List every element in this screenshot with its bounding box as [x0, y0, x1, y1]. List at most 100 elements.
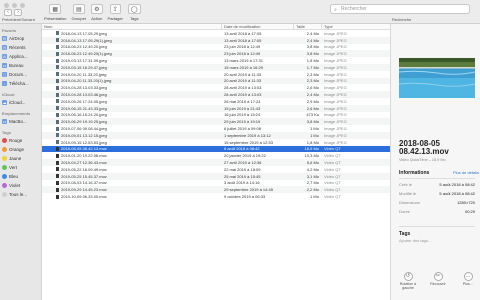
minimize-window-button[interactable] [12, 3, 17, 8]
tool-prsentation[interactable]: ▦ Présentation [44, 4, 66, 21]
sidebar-item-docum[interactable]: ▯ Docum... [0, 70, 41, 79]
search-input[interactable]: ⌕ Rechercher [330, 4, 470, 14]
sidebar-item-label: Violet [9, 183, 21, 188]
tool-action[interactable]: ⚙ Action [91, 4, 103, 21]
tool-partager[interactable]: ⇪ Partager [108, 4, 123, 21]
file-row[interactable]: 2019-06-16 15.24.20.jpeg 16 juin 2019 à 1… [42, 112, 390, 119]
action-rotate-left-button[interactable]: ↺ Rotation à gauche [397, 272, 419, 290]
file-name-text: 2019-04-20 11.33.20.jpeg [61, 71, 107, 77]
preview-thumbnail[interactable] [399, 58, 475, 98]
desktop-icon: ▭ [2, 63, 7, 68]
forward-button[interactable]: › [14, 9, 22, 16]
file-name-text: 2019-10-09 06.33.00.mov [61, 194, 107, 200]
file-date: 15 septembre 2019 à 12:53 [224, 139, 273, 145]
zoom-window-button[interactable] [20, 3, 25, 8]
file-date: 1 septembre 2019 à 13:12 [224, 132, 271, 138]
column-name[interactable]: Nom [42, 24, 222, 29]
sidebar-item-tousle[interactable]: Tous le... [0, 190, 41, 199]
file-row[interactable]: 2019-04-20 11.33.20(1).jpeg 20 avril 2019… [42, 77, 390, 85]
more-details-link[interactable]: Plus de détails [453, 170, 479, 175]
sidebar-item-airdrop[interactable]: ◎ AirDrop [0, 34, 41, 43]
column-size[interactable]: Taille [294, 24, 322, 29]
video-file-icon [56, 180, 59, 185]
sidebar-item-orange[interactable]: Orange [0, 145, 41, 154]
file-date: 23 juin 2018 à 12:49 [224, 51, 261, 57]
sidebar-item-applica[interactable]: A Applica... [0, 52, 41, 61]
file-row[interactable]: 2019-09-15 12.53.53.jpeg 15 septembre 201… [42, 139, 390, 146]
file-row[interactable]: 2019-03-15 16.29.47.jpeg 15 mars 2019 à 1… [42, 63, 390, 71]
sidebar-item-télécha[interactable]: ↓ Télécha... [0, 79, 41, 88]
toolbar-tools: ▦ Présentation ▤ Grouper ⚙ Action ⇪ Partager ◯ Ta… [44, 4, 141, 21]
action-more-button[interactable]: … Plus… [457, 272, 479, 290]
add-tags-field[interactable]: Ajouter des tags… [399, 238, 432, 243]
file-row[interactable]: 2019-04-27 12.36.43.mov 27 avril 2019 à 1… [42, 159, 390, 166]
file-row[interactable]: 2019-10-09 06.33.00.mov 9 octobre 2019 à … [42, 193, 390, 200]
partager-icon: ⇪ [109, 4, 121, 14]
back-button[interactable]: ‹ [4, 9, 12, 16]
file-row[interactable]: 2019-05-22 18.09.49.mov 22 mai 2019 à 18:… [42, 166, 390, 173]
info-value: 00:29 [464, 209, 475, 214]
file-row[interactable]: 2019-05-26 17.24.05.jpeg 26 mai 2019 à 17… [42, 98, 390, 105]
file-date: 20 avril 2019 à 11:33 [224, 71, 262, 77]
file-kind: Image JPEG [324, 85, 347, 91]
file-row[interactable]: 2019-09-01 13.12.15.jpeg 1 septembre 2019… [42, 131, 390, 139]
file-row[interactable]: 2019-04-20 11.33.20.jpeg 20 avril 2019 à … [42, 71, 390, 78]
sidebar-item-bureau[interactable]: ▭ Bureau [0, 61, 41, 70]
tool-tags[interactable]: ◯ Tags [127, 4, 141, 21]
search-label: Recherche [392, 17, 412, 22]
prsentation-icon: ▦ [49, 4, 62, 14]
sidebar-item-bleu[interactable]: Bleu [0, 172, 41, 181]
sidebar-item-label: Rouge [9, 138, 23, 143]
file-size: 1 Mo [310, 194, 319, 200]
image-file-icon [56, 85, 59, 90]
file-kind: Image JPEG [324, 139, 347, 145]
close-window-button[interactable] [4, 3, 9, 8]
sidebar-item-icloud[interactable]: ☁ iCloud... [0, 98, 41, 107]
tool-grouper[interactable]: ▤ Grouper [71, 4, 86, 21]
file-row[interactable]: 2019-03-13 17.31.09.jpeg 13 mars 2019 à 1… [42, 57, 390, 64]
file-row[interactable]: 2018-06-23 12.49.20.jpeg 23 juin 2018 à 1… [42, 44, 390, 51]
file-row[interactable]: 2019-07-06 09.08.44.jpeg 6 juillet 2019 à… [42, 125, 390, 132]
divider [399, 178, 475, 179]
action-trim-button[interactable]: ✂ Recouvrir [427, 272, 449, 290]
sidebar-item-vert[interactable]: Vert [0, 163, 41, 172]
file-size: 2,6 Mo [306, 105, 319, 111]
file-kind: Vidéo QT [324, 187, 341, 193]
image-file-icon [56, 92, 59, 97]
sidebar-item-jaune[interactable]: Jaune [0, 154, 41, 163]
file-name-text: 2019-03-13 17.31.09.jpeg [61, 58, 107, 64]
file-row[interactable]: 2019-05-25 15.45.37.mov 25 mai 2019 à 15:… [42, 172, 390, 180]
sidebar-item-récents[interactable]: ◷ Récents [0, 43, 41, 52]
info-row: Modifié le 5 août 2018 à 08:42 [399, 191, 475, 196]
file-name: 2019-05-25 15.45.37.mov [42, 174, 222, 179]
file-name-text: 2019-01-20 19.22.06.mov [61, 153, 107, 159]
file-row[interactable]: 2019-06-29 19.19.25.jpeg 29 juin 2019 à 1… [42, 118, 390, 126]
file-row[interactable]: 2019-08-03 14.16.37.mov 3 août 2019 à 14:… [42, 180, 390, 187]
sidebar-item-violet[interactable]: Violet [0, 181, 41, 190]
file-row[interactable]: 2019-01-20 19.22.06.mov 20 janvier 2019 à… [42, 152, 390, 159]
file-row[interactable]: 2019-04-28 13.03.46.jpeg 28 avril 2019 à … [42, 91, 390, 98]
tag-color-dot [2, 192, 7, 197]
file-size: 1 Mo [310, 132, 319, 138]
column-date[interactable]: Date de modification [222, 24, 294, 29]
image-file-icon [56, 99, 59, 104]
file-row[interactable]: 2019-04-28 13.03.33.jpeg 28 avril 2019 à … [42, 84, 390, 91]
file-row[interactable]: 2018-04-13 17.05.29(1).jpeg 13 avril 2018… [42, 36, 390, 44]
file-name-text: 2018-06-23 12.49.20.jpeg [61, 44, 107, 50]
sidebar-item-rouge[interactable]: Rouge [0, 136, 41, 145]
file-name-text: 2018-04-13 17.05.29.jpeg [61, 30, 107, 36]
file-row[interactable]: 2019-09-29 14.45.23.mov 29 septembre 2019… [42, 186, 390, 194]
file-name-text: 2019-09-01 13.12.15.jpeg [61, 132, 107, 138]
file-name-text: 2019-04-20 11.33.20(1).jpeg [61, 78, 112, 84]
file-name: 2019-09-29 14.45.23.mov [42, 187, 222, 192]
file-row[interactable]: 2018-06-23 12.49.20(1).jpeg 23 juin 2018 … [42, 50, 390, 58]
file-row[interactable]: 2019-06-15 21.43.33.jpeg 15 juin 2019 à 2… [42, 104, 390, 112]
tag-color-dot [2, 183, 7, 188]
sidebar-item-macbo[interactable]: ▭ MacBo... [0, 117, 41, 126]
column-kind[interactable]: Type [322, 24, 390, 29]
file-name: 2019-09-15 12.53.53.jpeg [42, 140, 222, 145]
file-row[interactable]: 2018-04-13 17.05.29.jpeg 13 avril 2018 à … [42, 30, 390, 37]
file-name: 2019-03-13 17.31.09.jpeg [42, 58, 222, 63]
file-size: 473 Ko [306, 112, 319, 118]
file-row[interactable]: 2018-08-05 08.42.13.mov 5 août 2018 à 08:… [42, 145, 390, 153]
